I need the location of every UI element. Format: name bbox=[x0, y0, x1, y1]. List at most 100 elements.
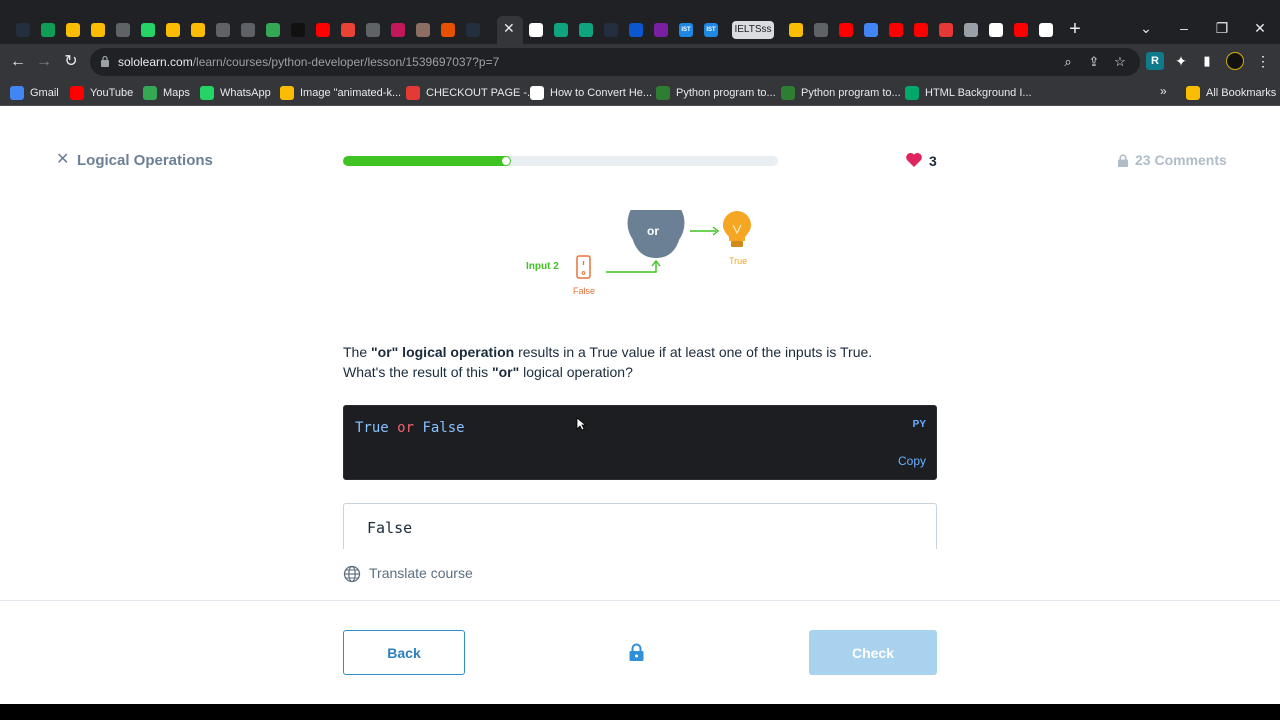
active-tab[interactable]: ✕ bbox=[497, 16, 523, 44]
bookmark-favicon-icon bbox=[70, 86, 84, 100]
browser-tab[interactable] bbox=[1010, 20, 1030, 40]
back-arrow-icon[interactable]: ← bbox=[8, 52, 28, 72]
aws-icon bbox=[16, 23, 30, 37]
browser-tab[interactable] bbox=[62, 20, 82, 40]
lock-icon[interactable] bbox=[628, 643, 645, 662]
window-close-icon[interactable]: ✕ bbox=[1250, 18, 1270, 38]
browser-tab[interactable] bbox=[337, 20, 357, 40]
bookmark-item[interactable]: Maps bbox=[143, 84, 190, 102]
site-icon bbox=[654, 23, 668, 37]
bookmark-item[interactable]: Image "animated-k... bbox=[280, 84, 401, 102]
browser-tab[interactable] bbox=[87, 20, 107, 40]
browser-tab[interactable] bbox=[387, 20, 407, 40]
tab-search-icon[interactable]: ⌄ bbox=[1136, 18, 1156, 38]
copy-button[interactable]: Copy bbox=[898, 454, 926, 468]
bookmark-label: How to Convert He... bbox=[550, 87, 653, 99]
browser-tab[interactable] bbox=[835, 20, 855, 40]
lock-icon bbox=[1118, 154, 1128, 167]
browser-tab[interactable] bbox=[550, 20, 570, 40]
site-icon bbox=[529, 23, 543, 37]
google-icon bbox=[1039, 23, 1053, 37]
browser-tab[interactable] bbox=[237, 20, 257, 40]
bookmark-item[interactable]: CHECKOUT PAGE -... bbox=[406, 84, 536, 102]
globe-icon[interactable] bbox=[343, 565, 361, 583]
check-button[interactable]: Check bbox=[809, 630, 937, 675]
back-button[interactable]: Back bbox=[343, 630, 465, 675]
browser-tab[interactable] bbox=[312, 20, 332, 40]
browser-tab[interactable]: IST bbox=[675, 20, 695, 40]
bookmark-item[interactable]: Python program to... bbox=[656, 84, 776, 102]
translate-course-link[interactable]: Translate course bbox=[369, 565, 473, 582]
bookmark-item[interactable]: WhatsApp bbox=[200, 84, 271, 102]
bookmark-item[interactable]: How to Convert He... bbox=[530, 84, 652, 102]
close-tab-icon[interactable]: ✕ bbox=[503, 20, 515, 36]
comments-link[interactable]: 23 Comments bbox=[1135, 152, 1227, 168]
browser-tab[interactable] bbox=[810, 20, 830, 40]
site-icon bbox=[939, 23, 953, 37]
browser-tab[interactable] bbox=[935, 20, 955, 40]
extension-r-icon[interactable]: R bbox=[1146, 52, 1164, 70]
aws-icon bbox=[604, 23, 618, 37]
browser-tab[interactable] bbox=[860, 20, 880, 40]
browser-tab[interactable] bbox=[437, 20, 457, 40]
globe-icon bbox=[964, 23, 978, 37]
zoom-icon[interactable]: ⌕ bbox=[1060, 54, 1076, 70]
browser-tab[interactable] bbox=[575, 20, 595, 40]
browser-tab[interactable] bbox=[37, 20, 57, 40]
browser-tab[interactable] bbox=[12, 20, 32, 40]
browser-tab[interactable] bbox=[462, 20, 482, 40]
browser-tab[interactable] bbox=[885, 20, 905, 40]
browser-tab[interactable] bbox=[187, 20, 207, 40]
bookmark-favicon-icon bbox=[406, 86, 420, 100]
browser-tab[interactable] bbox=[112, 20, 132, 40]
drive-icon bbox=[864, 23, 878, 37]
new-tab-button[interactable]: + bbox=[1066, 18, 1084, 40]
site-info-icon[interactable] bbox=[100, 55, 110, 67]
url-text[interactable]: sololearn.com/learn/courses/python-devel… bbox=[118, 54, 499, 70]
forward-arrow-icon[interactable]: → bbox=[34, 52, 54, 72]
bookmark-item[interactable]: YouTube bbox=[70, 84, 133, 102]
browser-tab[interactable] bbox=[1035, 20, 1055, 40]
browser-tab[interactable] bbox=[910, 20, 930, 40]
browser-tab[interactable] bbox=[287, 20, 307, 40]
address-bar[interactable]: sololearn.com/learn/courses/python-devel… bbox=[90, 48, 1140, 76]
extensions-puzzle-icon[interactable]: ✦ bbox=[1172, 52, 1190, 70]
answer-option[interactable]: False bbox=[343, 503, 937, 549]
operator-label: or bbox=[647, 224, 659, 238]
minimize-icon[interactable]: – bbox=[1174, 18, 1194, 38]
side-panel-icon[interactable]: ▮ bbox=[1198, 52, 1216, 70]
bookmarks-bar: Gmail YouTube Maps WhatsApp Image "animated-… bbox=[0, 80, 1280, 106]
browser-tab[interactable] bbox=[985, 20, 1005, 40]
tab-strip: ✕ IST IST IELTSss + ⌄ – ❐ ✕ bbox=[0, 0, 1280, 44]
browser-tab[interactable] bbox=[785, 20, 805, 40]
browser-tab[interactable] bbox=[600, 20, 620, 40]
browser-tab[interactable] bbox=[525, 20, 545, 40]
progress-knob bbox=[502, 157, 510, 165]
browser-tab[interactable] bbox=[412, 20, 432, 40]
browser-tab[interactable] bbox=[262, 20, 282, 40]
browser-tab[interactable] bbox=[162, 20, 182, 40]
browser-tab[interactable]: IST bbox=[700, 20, 720, 40]
close-lesson-icon[interactable]: ✕ bbox=[56, 152, 69, 168]
bookmark-item[interactable]: Gmail bbox=[10, 84, 59, 102]
browser-tab[interactable] bbox=[960, 20, 980, 40]
bookmark-item[interactable]: Python program to... bbox=[781, 84, 901, 102]
profile-avatar[interactable] bbox=[1226, 52, 1244, 70]
bookmark-star-icon[interactable]: ☆ bbox=[1112, 54, 1128, 70]
browser-tab[interactable] bbox=[212, 20, 232, 40]
browser-tab[interactable] bbox=[650, 20, 670, 40]
all-bookmarks[interactable]: All Bookmarks bbox=[1186, 84, 1276, 102]
browser-tab[interactable] bbox=[625, 20, 645, 40]
ist-icon: IST bbox=[679, 23, 693, 37]
ist-icon: IST bbox=[704, 23, 718, 37]
browser-tab[interactable] bbox=[362, 20, 382, 40]
bookmark-item[interactable]: HTML Background I... bbox=[905, 84, 1032, 102]
tab-ieltsss[interactable]: IELTSss bbox=[732, 21, 774, 39]
browser-tab[interactable] bbox=[137, 20, 157, 40]
bookmarks-overflow-icon[interactable]: » bbox=[1160, 84, 1167, 98]
restore-icon[interactable]: ❐ bbox=[1212, 18, 1232, 38]
reload-icon[interactable]: ↻ bbox=[61, 52, 81, 72]
share-icon[interactable]: ⇪ bbox=[1086, 54, 1102, 70]
bookmark-label: Python program to... bbox=[676, 87, 776, 99]
menu-kebab-icon[interactable]: ⋮ bbox=[1254, 52, 1272, 70]
